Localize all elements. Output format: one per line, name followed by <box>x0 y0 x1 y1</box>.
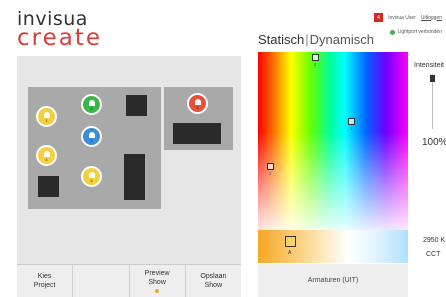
action-bar: Kies Project Preview Show Opslaan Show <box>17 264 241 297</box>
tab-dynamic[interactable]: Dynamisch <box>310 32 374 47</box>
status-text: Lightport verbonden <box>397 29 442 35</box>
lamp-2[interactable]: 2 <box>81 94 102 115</box>
lamp-3[interactable]: 3 <box>81 126 102 147</box>
mode-tabs: Statisch|Dynamisch <box>258 32 374 47</box>
lamp-number: 5 <box>90 178 93 183</box>
lamp-5[interactable]: 5 <box>81 166 102 187</box>
marker-label-3: 3 <box>350 126 353 131</box>
color-spectrum[interactable]: 2 3 1 <box>258 52 408 230</box>
lamp-number: 3 <box>90 138 93 143</box>
connection-status: Lightport verbonden <box>389 29 442 35</box>
intensity-value: 100% <box>422 137 446 148</box>
color-marker-2[interactable] <box>312 54 319 61</box>
user-bar: 4 Invisua User Uitloggen <box>374 13 442 22</box>
tab-separator: | <box>305 32 309 47</box>
user-name: Invisua User <box>388 14 416 21</box>
choose-project-button[interactable]: Kies Project <box>17 265 74 297</box>
active-dot-icon <box>155 289 160 294</box>
preview-show-button[interactable]: Preview Show <box>130 265 186 297</box>
fixtures-button[interactable]: Armaturen (UIT) <box>258 264 408 297</box>
fixtures-label: Armaturen (UIT) <box>307 277 359 284</box>
color-marker-1[interactable] <box>267 163 274 170</box>
preview-show-label: Preview Show <box>144 269 170 286</box>
intensity-slider-track[interactable] <box>432 74 433 129</box>
fixture-block[interactable] <box>126 95 147 116</box>
color-marker-3[interactable] <box>348 118 355 125</box>
cct-unit: CCT <box>426 251 441 258</box>
intensity-title: Intensiteit <box>414 62 444 69</box>
lamp-number: 6 <box>196 105 199 110</box>
floorplan-stage: 1 2 3 4 5 6 <box>17 56 241 264</box>
save-show-label: Opslaan Show <box>200 272 227 289</box>
lamp-number: 1 <box>45 118 48 123</box>
marker-label-2: 2 <box>314 62 317 67</box>
notification-badge[interactable]: 4 <box>374 13 384 22</box>
fixture-block[interactable] <box>124 154 145 200</box>
cct-marker[interactable] <box>285 236 296 247</box>
app-logo: invisua create <box>17 10 102 50</box>
cct-marker-label: A <box>288 250 292 256</box>
marker-label-1: 1 <box>269 171 272 176</box>
logout-link[interactable]: Uitloggen <box>421 15 442 21</box>
status-dot-icon <box>389 29 395 35</box>
lamp-number: 2 <box>90 106 93 111</box>
save-show-button[interactable]: Opslaan Show <box>186 265 241 297</box>
fixture-block[interactable] <box>38 176 59 197</box>
intensity-slider-handle[interactable] <box>430 75 435 82</box>
lamp-1[interactable]: 1 <box>36 106 57 127</box>
lamp-6[interactable]: 6 <box>187 93 208 114</box>
lamp-number: 4 <box>45 157 48 162</box>
choose-project-label: Kies Project <box>33 272 56 289</box>
cct-gradient-bar[interactable]: A <box>258 230 408 263</box>
fixture-block[interactable] <box>173 123 221 144</box>
lamp-4[interactable]: 4 <box>36 145 57 166</box>
cct-value: 2950 K <box>423 237 446 244</box>
tab-static[interactable]: Statisch <box>258 32 304 47</box>
empty-action-slot <box>73 265 130 297</box>
logo-text-bottom: create <box>17 25 103 51</box>
